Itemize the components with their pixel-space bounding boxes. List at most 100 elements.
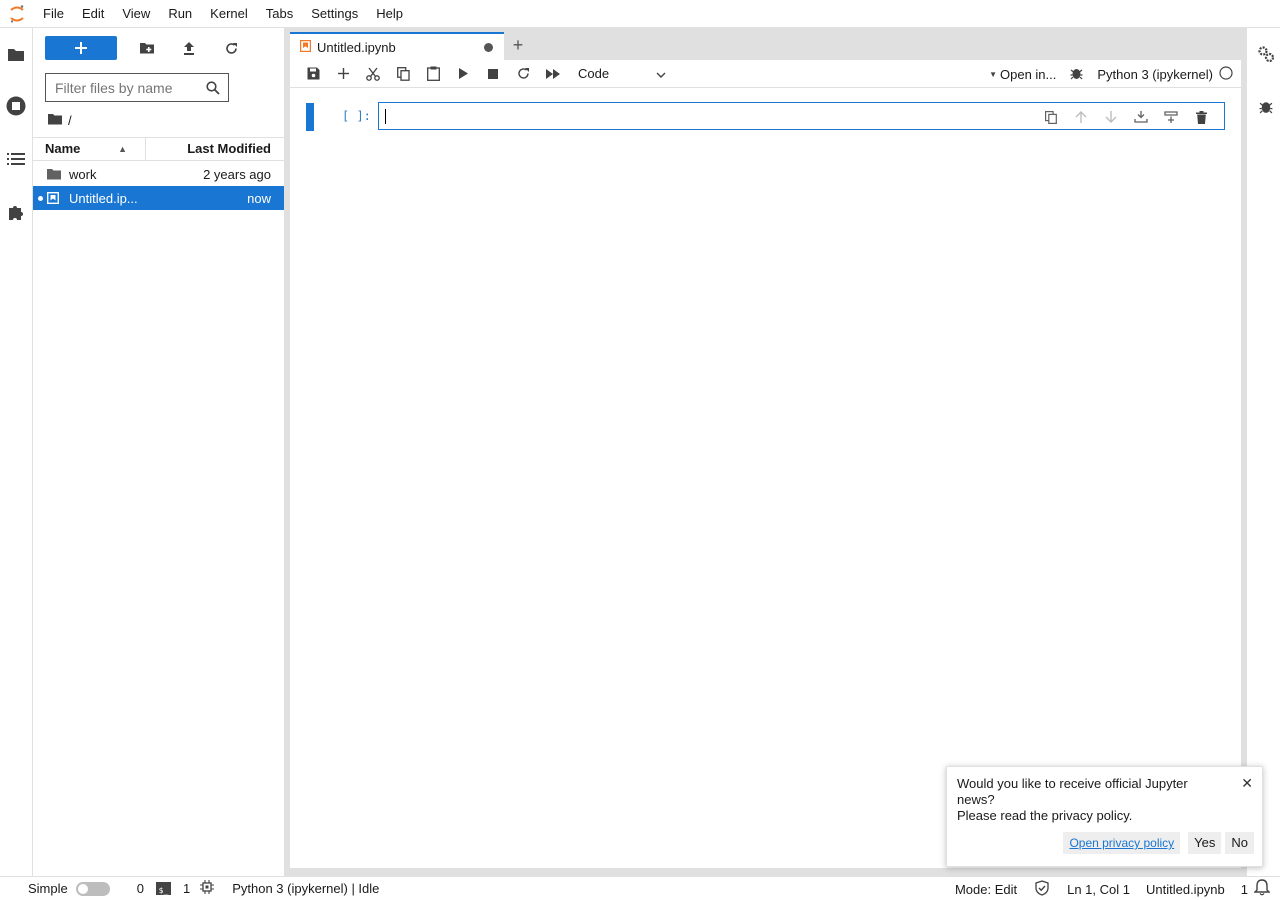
new-launcher-button[interactable]: [45, 36, 117, 60]
file-filter: [45, 73, 229, 102]
menu-help[interactable]: Help: [367, 0, 412, 28]
chevron-down-icon: [656, 66, 666, 81]
new-folder-button[interactable]: [133, 36, 161, 60]
move-cell-up-button[interactable]: [1066, 105, 1096, 129]
trash-icon: [1195, 110, 1207, 124]
editor-mode[interactable]: Mode: Edit: [955, 882, 1017, 897]
paste-icon: [426, 66, 440, 81]
unsaved-changes-icon[interactable]: [484, 42, 493, 52]
notification-count[interactable]: 1: [1241, 882, 1248, 897]
menu-run[interactable]: Run: [159, 0, 201, 28]
file-row-work[interactable]: work 2 years ago: [33, 162, 284, 186]
debugger-bug-icon[interactable]: [1070, 66, 1083, 83]
duplicate-cell-button[interactable]: [1036, 105, 1066, 129]
jupyter-logo-icon: [0, 0, 34, 28]
filter-files-input[interactable]: [55, 79, 203, 96]
notebook-icon: [33, 186, 69, 210]
menu-edit[interactable]: Edit: [73, 0, 113, 28]
kernel-idle-status-icon: [1219, 65, 1233, 83]
restart-kernel-button[interactable]: [508, 62, 538, 86]
table-of-contents-icon[interactable]: [5, 148, 27, 170]
last-modified-column-header[interactable]: Last Modified: [146, 138, 284, 160]
restart-run-all-button[interactable]: [538, 62, 568, 86]
insert-cell-button[interactable]: [328, 62, 358, 86]
cell-toolbar: [1036, 105, 1216, 129]
menu-settings[interactable]: Settings: [302, 0, 367, 28]
save-button[interactable]: [298, 62, 328, 86]
cpu-chip-icon: [200, 880, 215, 897]
status-bar: Simple 0 $_ 1 Python 3 (ipykernel) | Idl…: [0, 876, 1280, 900]
paste-button[interactable]: [418, 62, 448, 86]
new-tab-button[interactable]: +: [507, 34, 529, 56]
code-cell-editor[interactable]: [378, 102, 1225, 130]
no-button[interactable]: No: [1225, 832, 1254, 854]
arrow-up-icon: [1075, 110, 1087, 123]
refresh-icon: [225, 42, 237, 54]
main-area: Untitled.ipynb + Code ▼ Open in... Pytho…: [290, 28, 1241, 876]
upload-icon: [184, 41, 194, 55]
notebook-tab-icon: [300, 39, 312, 55]
insert-cell-above-button[interactable]: [1126, 105, 1156, 129]
close-icon[interactable]: ✕: [1241, 775, 1253, 791]
folder-icon[interactable]: [5, 43, 27, 65]
name-column-header[interactable]: Name ▲: [33, 138, 146, 160]
refresh-button[interactable]: [217, 36, 245, 60]
copy-button[interactable]: [388, 62, 418, 86]
menu-file[interactable]: File: [34, 0, 73, 28]
menu-view[interactable]: View: [113, 0, 159, 28]
notebook-toolbar-right: ▼ Open in... Python 3 (ipykernel): [989, 60, 1241, 88]
debugger-icon[interactable]: [1256, 96, 1276, 116]
file-browser: / Name ▲ Last Modified work 2 years ago …: [33, 28, 284, 876]
cell-type-value: Code: [578, 66, 610, 81]
input-prompt: [ ]:: [342, 109, 371, 123]
file-modified: 2 years ago: [203, 166, 271, 182]
stop-icon: [488, 68, 498, 79]
scissors-icon: [366, 67, 380, 81]
simple-mode-toggle[interactable]: [75, 881, 110, 896]
file-row-untitled[interactable]: Untitled.ip... now: [33, 186, 284, 210]
property-inspector-gears-icon[interactable]: [1256, 44, 1276, 64]
text-cursor: [385, 109, 386, 124]
menu-tabs[interactable]: Tabs: [257, 0, 302, 28]
tab-untitled-notebook[interactable]: Untitled.ipynb: [290, 32, 504, 60]
kernel-count[interactable]: 1: [183, 881, 190, 896]
menu-kernel[interactable]: Kernel: [201, 0, 257, 28]
yes-button[interactable]: Yes: [1188, 832, 1222, 854]
interrupt-kernel-button[interactable]: [478, 62, 508, 86]
insert-below-icon: [1164, 111, 1178, 123]
delete-cell-button[interactable]: [1186, 105, 1216, 129]
plus-icon: [337, 68, 349, 79]
extension-manager-icon[interactable]: [5, 202, 27, 224]
move-cell-down-button[interactable]: [1096, 105, 1126, 129]
terminal-icon: $_: [155, 882, 171, 895]
open-privacy-policy-button[interactable]: Open privacy policy: [1063, 832, 1181, 854]
cut-button[interactable]: [358, 62, 388, 86]
bell-icon[interactable]: [1253, 879, 1271, 899]
horizontal-scrollbar[interactable]: [290, 868, 1241, 876]
terminal-count[interactable]: 0: [137, 881, 144, 896]
status-bar-left: Simple 0 $_ 1 Python 3 (ipykernel) | Idl…: [0, 880, 379, 897]
running-indicator: [38, 196, 43, 201]
plus-icon: [75, 42, 87, 54]
open-in-button[interactable]: ▼ Open in...: [989, 67, 1056, 82]
cell-type-select[interactable]: Code: [578, 66, 666, 81]
restart-icon: [517, 68, 529, 79]
cursor-position[interactable]: Ln 1, Col 1: [1067, 882, 1130, 897]
home-folder-icon[interactable]: [48, 113, 62, 128]
notification-text-line1: Would you like to receive official Jupyt…: [957, 776, 1188, 807]
news-notification: Would you like to receive official Jupyt…: [946, 766, 1263, 867]
tab-bar: Untitled.ipynb +: [290, 28, 1241, 60]
trusted-shield-icon[interactable]: [1035, 879, 1049, 899]
running-sessions-icon[interactable]: [5, 95, 27, 117]
kernel-name-button[interactable]: Python 3 (ipykernel): [1097, 67, 1213, 82]
run-cell-button[interactable]: [448, 62, 478, 86]
insert-cell-below-button[interactable]: [1156, 105, 1186, 129]
breadcrumb-root[interactable]: /: [68, 113, 72, 128]
file-modified: now: [247, 190, 271, 206]
caret-down-icon: ▼: [989, 69, 997, 79]
status-bar-right: Mode: Edit Ln 1, Col 1 Untitled.ipynb 1: [955, 877, 1271, 900]
upload-button[interactable]: [175, 36, 203, 60]
file-name: work: [69, 166, 97, 182]
search-icon: [206, 81, 220, 98]
kernel-status[interactable]: Python 3 (ipykernel) | Idle: [232, 881, 379, 896]
